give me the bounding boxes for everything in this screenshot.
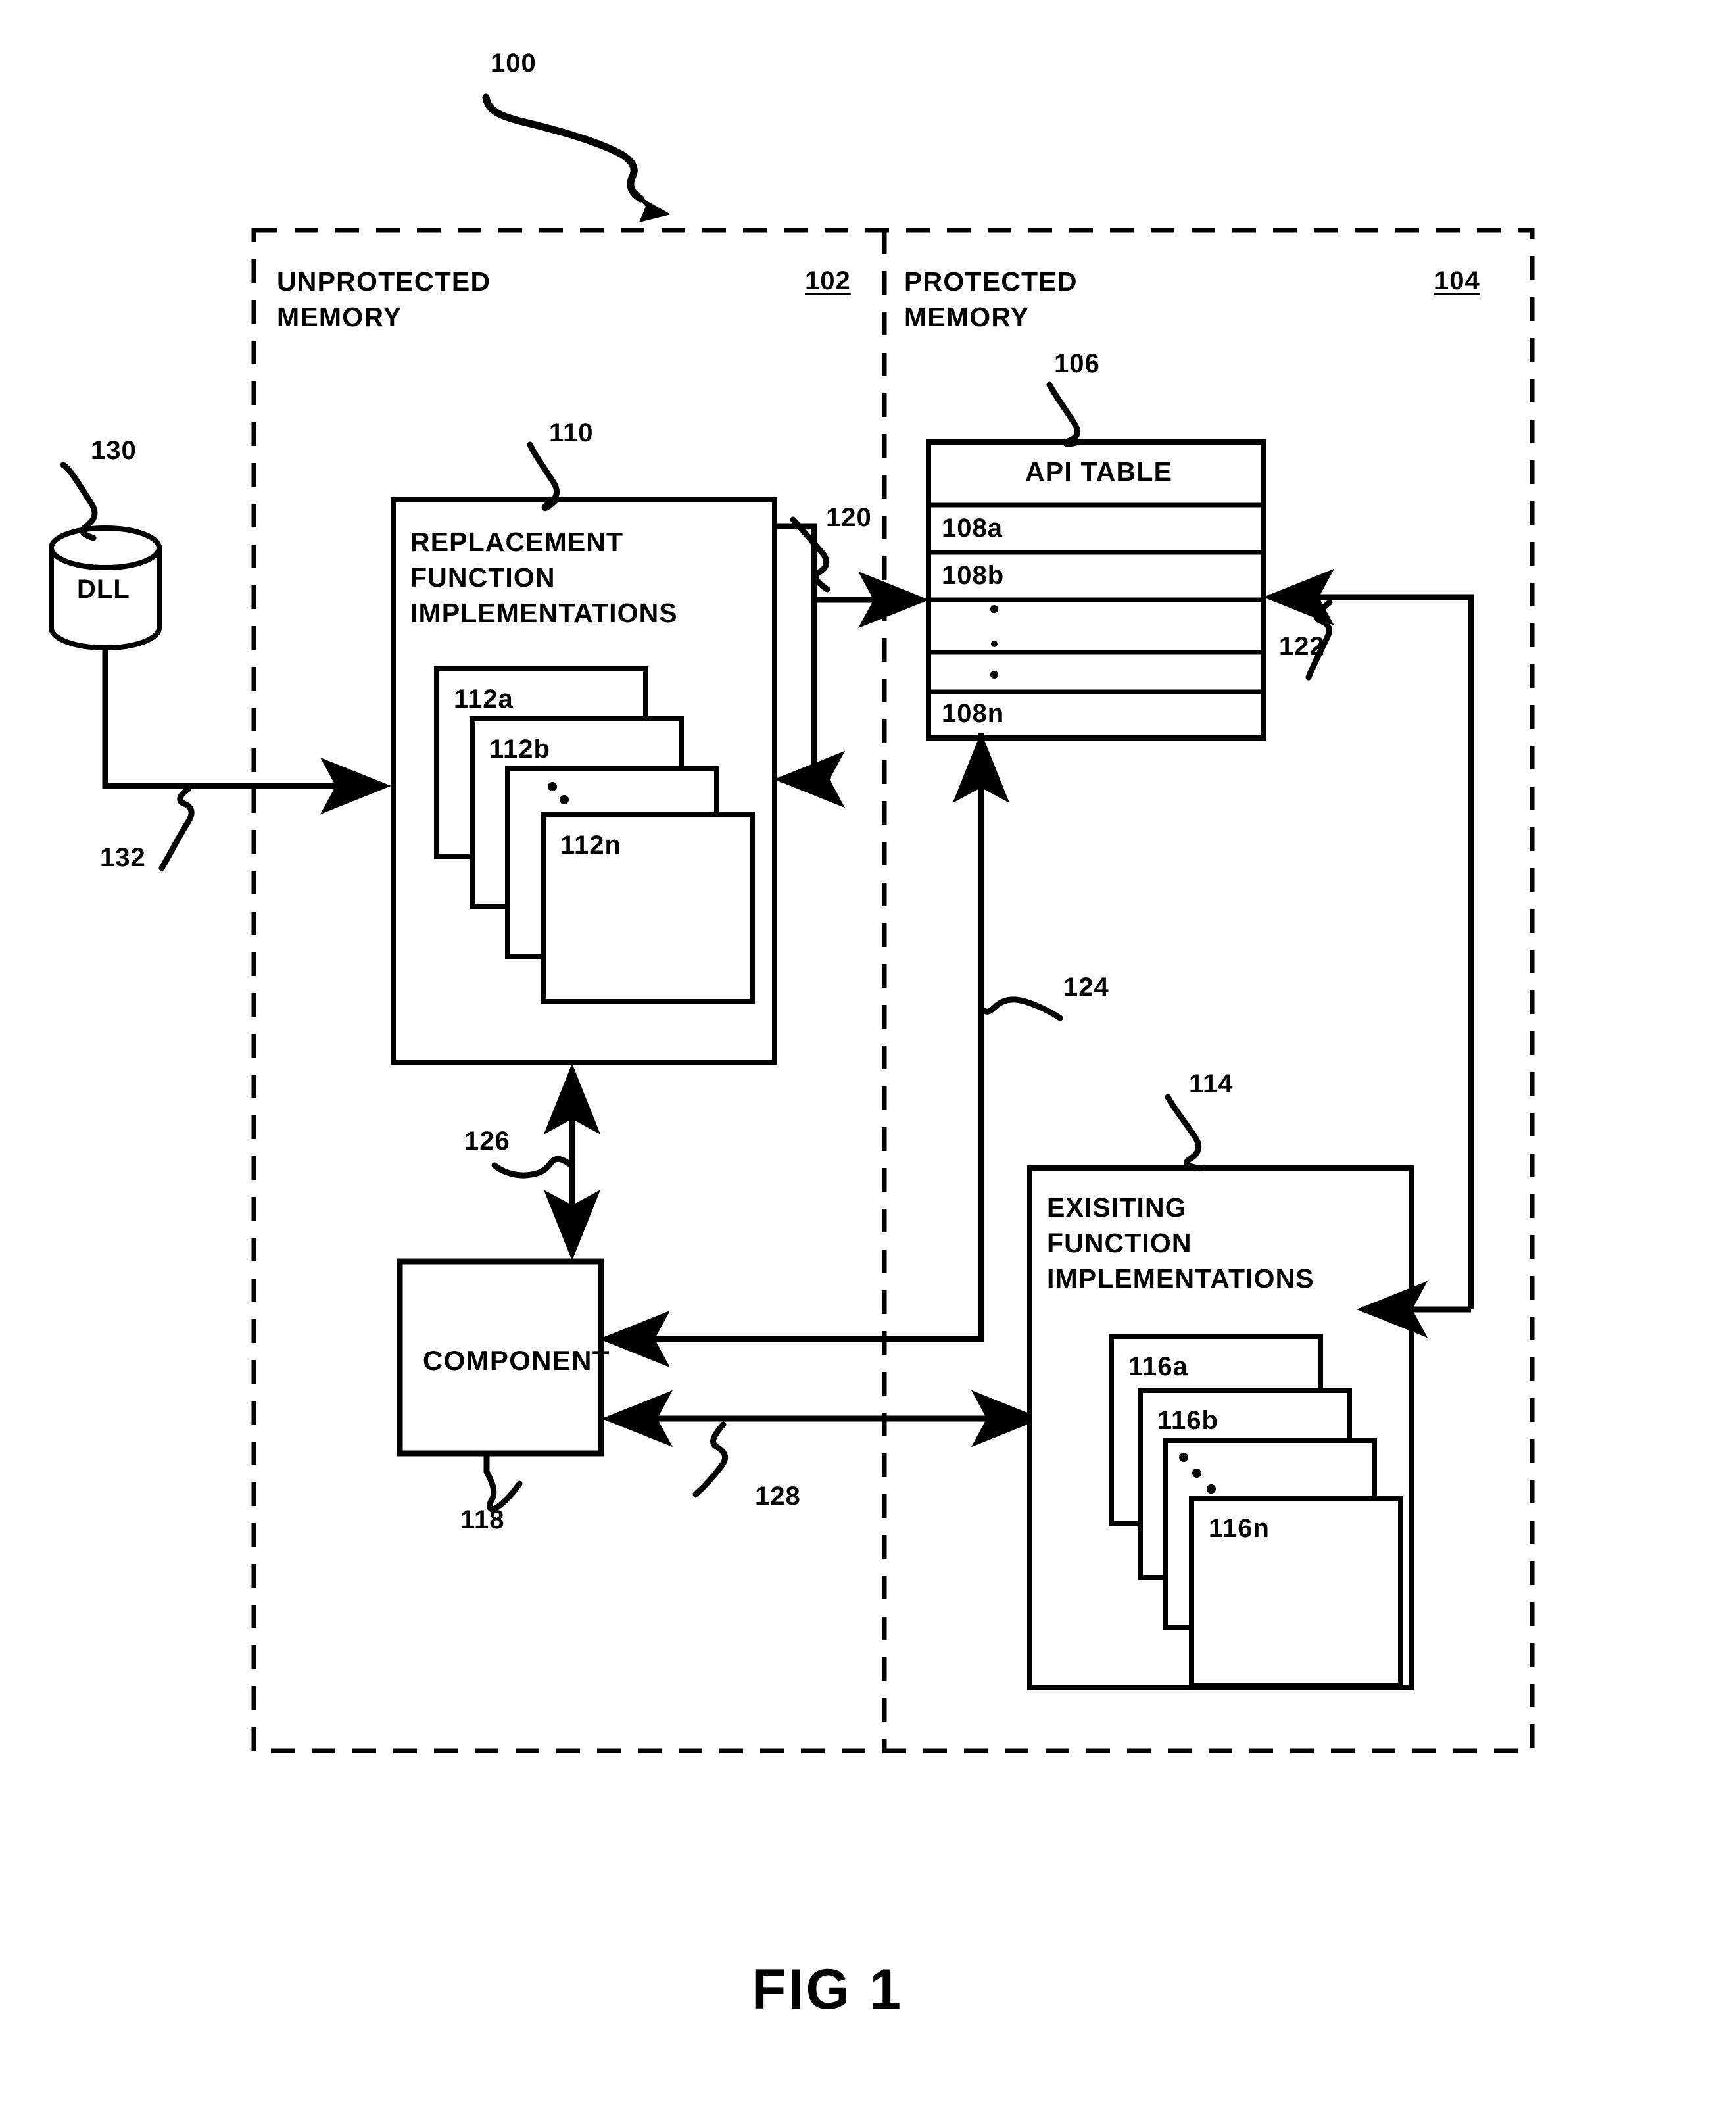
replacement-title-line1: REPLACEMENT	[410, 527, 624, 557]
replacement-card-label-3: 112n	[560, 831, 621, 860]
existing-title-line2: FUNCTION	[1047, 1228, 1192, 1258]
api-table-row-4: 108n	[942, 699, 1005, 728]
flow-132-label: 132	[100, 843, 146, 872]
flow-120-replacement-api	[774, 523, 929, 808]
api-table-ref-label: 106	[1054, 349, 1100, 378]
existing-ref-leader	[1165, 1094, 1203, 1171]
flow-dll-to-replacement	[102, 648, 391, 815]
unprotected-memory-title-line1: UNPROTECTED	[277, 266, 491, 297]
existing-ref-label: 114	[1189, 1069, 1234, 1098]
figure-caption: FIG 1	[752, 1958, 904, 2021]
protected-memory-title-line1: PROTECTED	[904, 266, 1078, 297]
patent-figure-sheet: 100 UNPROTECTED MEMORY 102 PROTECTED MEM…	[0, 0, 1736, 2119]
component-ref-label: 118	[460, 1505, 505, 1534]
diagram-vector-layer	[49, 93, 1535, 1753]
flow-120-leader	[790, 516, 831, 593]
api-table-ref-leader	[1046, 381, 1082, 447]
flow-124-label: 124	[1063, 973, 1109, 1002]
api-table-row-1: 108b	[942, 561, 1005, 590]
system-ref-label: 100	[491, 49, 537, 78]
flow-128-leader	[692, 1421, 728, 1498]
dll-ref-label: 130	[91, 436, 137, 465]
unprotected-memory-ref: 102	[805, 266, 851, 295]
flow-132-leader	[158, 786, 195, 871]
component-ref-leader	[483, 1451, 523, 1513]
flow-122-label: 122	[1279, 632, 1325, 661]
existing-card-label-1: 116b	[1157, 1406, 1218, 1435]
existing-title-line1: EXISITING	[1047, 1192, 1187, 1223]
replacement-card-label-1: 112b	[489, 735, 550, 764]
replacement-ref-label: 110	[549, 418, 594, 447]
replacement-title-line2: FUNCTION	[410, 562, 556, 593]
replacement-title-line3: IMPLEMENTATIONS	[410, 598, 678, 628]
api-table-row-0: 108a	[942, 514, 1003, 543]
existing-card-label-3: 116n	[1209, 1514, 1270, 1543]
flow-124-leader	[978, 996, 1063, 1021]
dll-label: DLL	[77, 575, 130, 604]
component-label: COMPONENT	[423, 1345, 610, 1376]
flow-126-leader	[491, 1156, 573, 1179]
protected-memory-ref: 104	[1434, 266, 1480, 295]
protected-memory-title-line2: MEMORY	[904, 302, 1030, 332]
flow-126-label: 126	[464, 1127, 510, 1156]
flow-120-label: 120	[826, 503, 872, 532]
api-table-header: API TABLE	[1025, 456, 1173, 487]
flow-128-label: 128	[755, 1482, 801, 1511]
unprotected-memory-title-line2: MEMORY	[277, 302, 402, 332]
replacement-card-label-0: 112a	[454, 685, 514, 714]
existing-card-label-0: 116a	[1128, 1352, 1188, 1381]
system-ref-leader	[482, 93, 671, 222]
existing-title-line3: IMPLEMENTATIONS	[1047, 1263, 1314, 1294]
